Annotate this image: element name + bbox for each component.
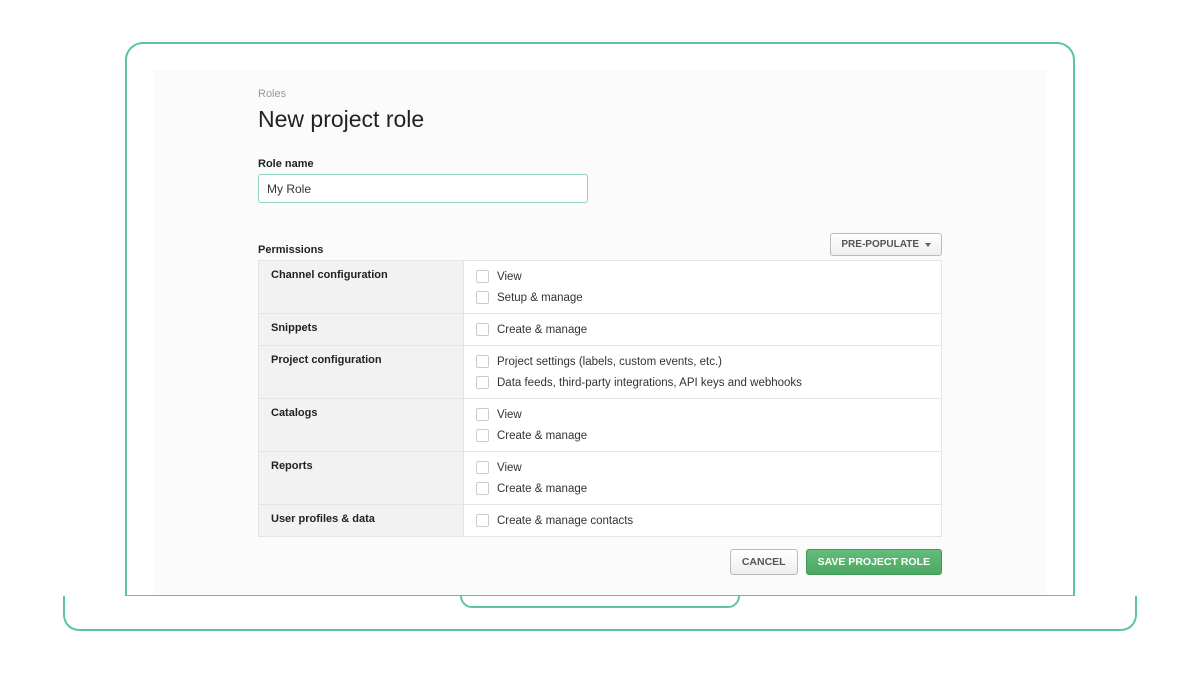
laptop-screen-frame: Roles New project role Role name Permiss… [125,42,1075,597]
permission-option: Data feeds, third-party integrations, AP… [476,372,929,393]
permission-option: View [476,404,929,425]
permission-options: View Create & manage [464,399,942,452]
pre-populate-label: PRE-POPULATE [841,239,919,250]
permission-category: Project configuration [259,346,464,399]
permission-option: Create & manage [476,425,929,446]
save-project-role-button[interactable]: SAVE PROJECT ROLE [806,549,942,575]
permission-category: Snippets [259,314,464,346]
table-row: Snippets Create & manage [259,314,942,346]
checkbox[interactable] [476,408,489,421]
permission-option-label: Create & manage [497,483,587,495]
checkbox[interactable] [476,323,489,336]
permission-option-label: View [497,462,522,474]
role-name-field: Role name [258,158,942,203]
permission-option: View [476,457,929,478]
permission-option-label: Setup & manage [497,292,583,304]
permission-options: Create & manage [464,314,942,346]
table-row: Project configuration Project settings (… [259,346,942,399]
permission-option-label: View [497,271,522,283]
permission-option-label: Create & manage [497,430,587,442]
permission-option-label: View [497,409,522,421]
chevron-down-icon [925,243,931,247]
checkbox[interactable] [476,429,489,442]
permission-options: View Create & manage [464,452,942,505]
permission-options: View Setup & manage [464,261,942,314]
checkbox[interactable] [476,376,489,389]
table-row: User profiles & data Create & manage con… [259,505,942,537]
permission-option-label: Project settings (labels, custom events,… [497,356,722,368]
permissions-label: Permissions [258,244,323,256]
table-row: Catalogs View Create & manage [259,399,942,452]
cancel-button[interactable]: CANCEL [730,549,798,575]
footer-actions: CANCEL SAVE PROJECT ROLE [258,549,942,575]
permission-option: Create & manage contacts [476,510,929,531]
permission-category: Catalogs [259,399,464,452]
laptop-trackpad-notch [460,596,740,608]
permission-option: Project settings (labels, custom events,… [476,351,929,372]
permissions-table: Channel configuration View Setup & manag… [258,260,942,537]
permission-option: Create & manage [476,478,929,499]
permission-option: Create & manage [476,319,929,340]
app-viewport: Roles New project role Role name Permiss… [153,70,1047,595]
breadcrumb[interactable]: Roles [258,88,942,100]
checkbox[interactable] [476,514,489,527]
permission-option-label: Create & manage contacts [497,515,633,527]
permission-category: User profiles & data [259,505,464,537]
permission-category: Reports [259,452,464,505]
checkbox[interactable] [476,482,489,495]
permission-category: Channel configuration [259,261,464,314]
checkbox[interactable] [476,461,489,474]
page-title: New project role [258,106,942,133]
permission-option: View [476,266,929,287]
checkbox[interactable] [476,291,489,304]
checkbox[interactable] [476,270,489,283]
pre-populate-button[interactable]: PRE-POPULATE [830,233,942,256]
role-name-input[interactable] [258,174,588,203]
permission-option: Setup & manage [476,287,929,308]
role-name-label: Role name [258,158,942,170]
permission-options: Project settings (labels, custom events,… [464,346,942,399]
permission-option-label: Data feeds, third-party integrations, AP… [497,377,802,389]
permission-options: Create & manage contacts [464,505,942,537]
table-row: Reports View Create & manage [259,452,942,505]
table-row: Channel configuration View Setup & manag… [259,261,942,314]
permission-option-label: Create & manage [497,324,587,336]
permissions-header: Permissions PRE-POPULATE [258,233,942,256]
checkbox[interactable] [476,355,489,368]
